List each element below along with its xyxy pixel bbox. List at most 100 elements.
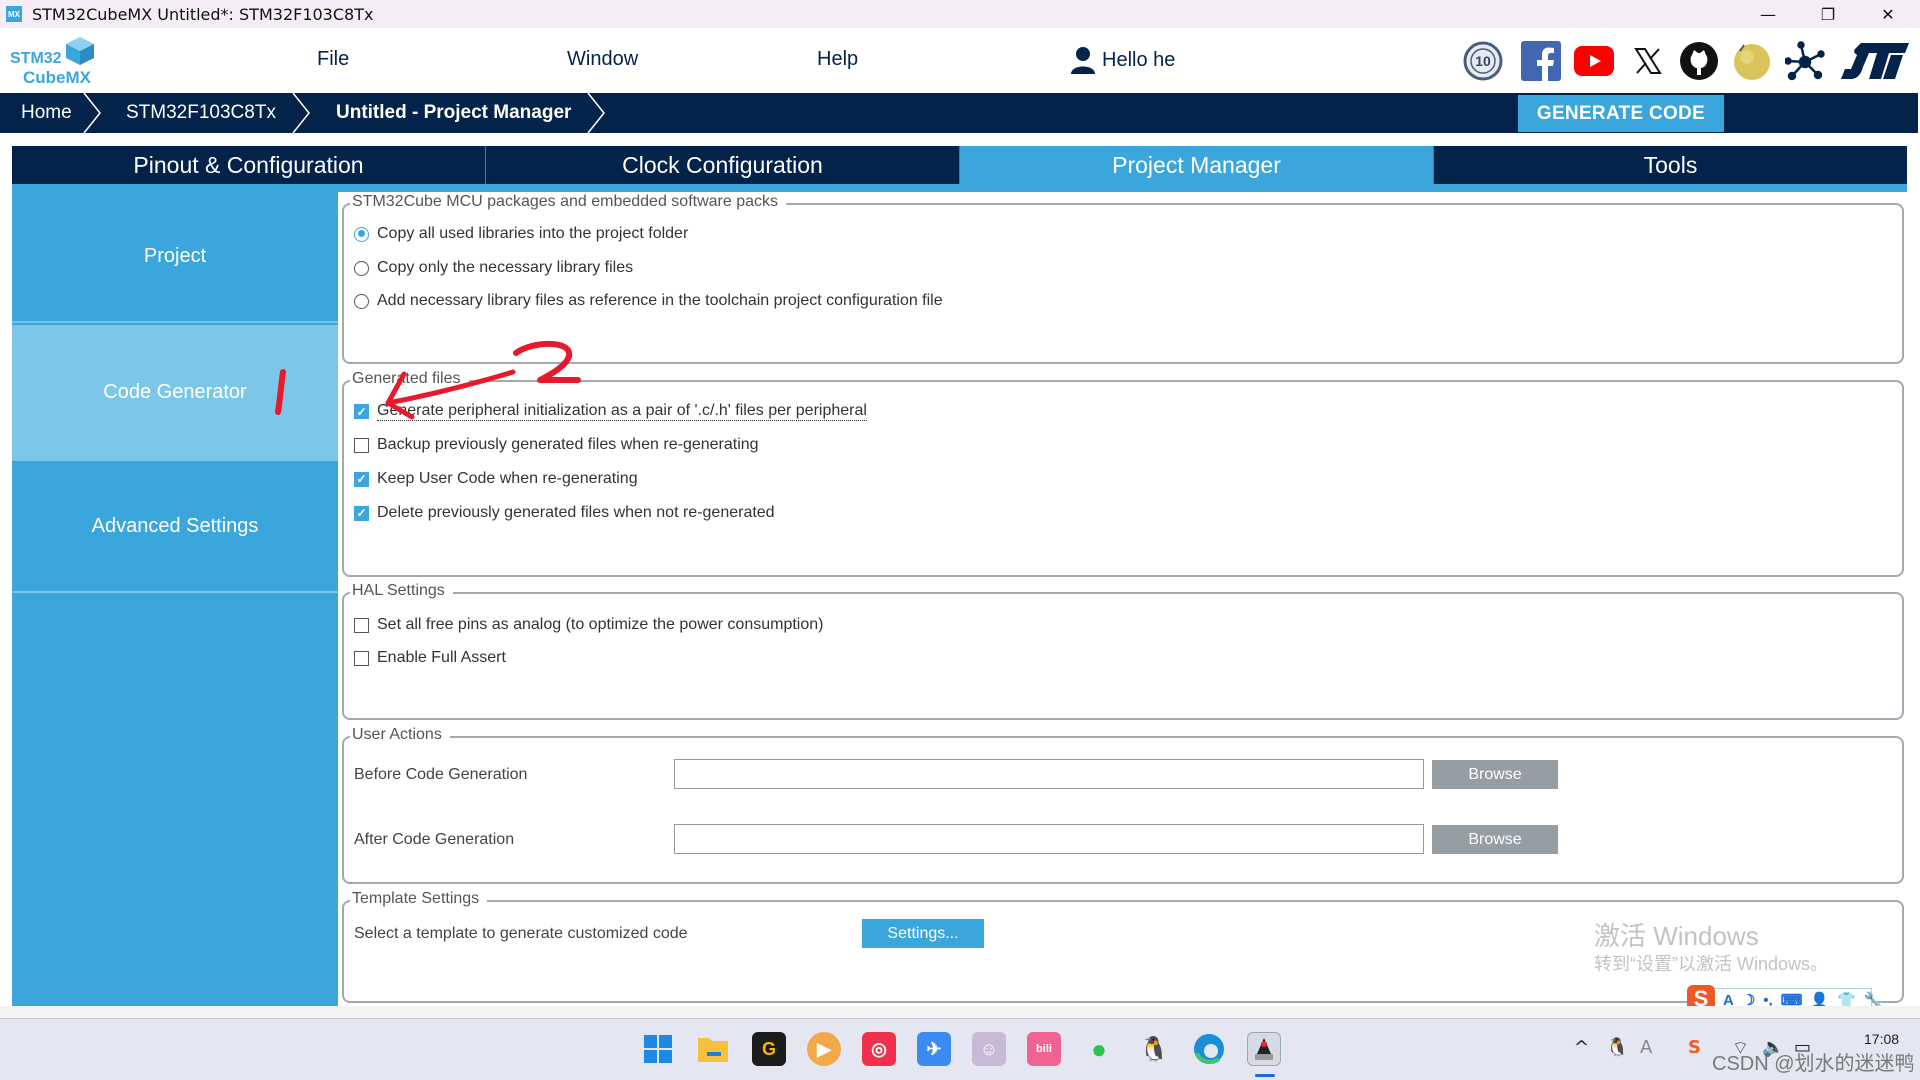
sidebar-item-advanced-settings[interactable]: Advanced Settings <box>12 461 338 593</box>
option-label: Keep User Code when re-generating <box>377 470 638 487</box>
radio-button[interactable] <box>354 260 369 276</box>
option-label: Set all free pins as analog (to optimize… <box>377 616 824 633</box>
sidebar-item-label: Code Generator <box>103 380 247 403</box>
menu-file[interactable]: File <box>317 48 349 71</box>
template-label: Select a template to generate customized… <box>354 925 688 942</box>
sidebar-item-code-generator[interactable]: Code Generator <box>12 325 338 461</box>
checkbox-enable-full-assert[interactable]: Enable Full Assert <box>354 649 506 667</box>
after-code-generation-input[interactable] <box>674 824 1424 854</box>
app-header: STM32 CubeMX File Window Help Hello he 1… <box>0 28 1920 93</box>
after-browse-button[interactable]: Browse <box>1432 825 1558 854</box>
tray-qq-icon[interactable]: 🐧 <box>1606 1037 1628 1058</box>
breadcrumb-device[interactable]: STM32F103C8Tx <box>126 93 276 133</box>
user-account[interactable]: Hello he <box>1070 46 1175 74</box>
sidebar-item-label: Project <box>143 245 207 267</box>
video-app-icon[interactable]: ▶ <box>807 1032 841 1066</box>
radio-button[interactable] <box>354 226 369 242</box>
option-label: Enable Full Assert <box>377 649 506 666</box>
x-icon[interactable] <box>1627 40 1669 82</box>
activate-windows-watermark: 激活 Windows <box>1594 921 1759 951</box>
minimize-button[interactable]: — <box>1740 0 1796 28</box>
group-mcu-packages: STM32Cube MCU packages and embedded soft… <box>342 193 1904 364</box>
tab-tools[interactable]: Tools <box>1434 146 1907 184</box>
checkbox-delete-old-files[interactable]: ✓ Delete previously generated files when… <box>354 504 775 522</box>
tray-sogou-icon[interactable]: S <box>1688 1037 1701 1058</box>
option-label: Add necessary library files as reference… <box>377 292 943 309</box>
wechat-icon[interactable]: ● <box>1082 1032 1116 1066</box>
template-settings-button[interactable]: Settings... <box>862 919 984 948</box>
feishu-icon[interactable]: ✈ <box>917 1032 951 1066</box>
tab-underline <box>12 184 1907 192</box>
group-generated-files: Generated files ✓ Generate peripheral in… <box>342 370 1904 577</box>
after-code-generation-label: After Code Generation <box>354 831 515 848</box>
menu-help[interactable]: Help <box>817 48 858 71</box>
tab-clock-configuration[interactable]: Clock Configuration <box>486 146 960 184</box>
checkbox[interactable] <box>354 617 369 633</box>
netease-music-icon[interactable]: ◎ <box>862 1032 896 1066</box>
windows-start-icon[interactable] <box>641 1032 675 1066</box>
tray-overflow-chevron[interactable]: ^ <box>1574 1037 1589 1058</box>
radio-button[interactable] <box>354 293 369 309</box>
sidebar-item-project[interactable]: Project <box>12 192 338 323</box>
before-code-generation-input[interactable] <box>674 759 1424 789</box>
menu-window[interactable]: Window <box>567 48 638 71</box>
before-code-generation-label: Before Code Generation <box>354 766 528 783</box>
checkbox-generate-peripheral-pairs[interactable]: ✓ Generate peripheral initialization as … <box>354 402 867 421</box>
radio-add-as-reference[interactable]: Add necessary library files as reference… <box>354 292 943 310</box>
restore-button[interactable]: ❐ <box>1800 0 1856 28</box>
anniversary-10-icon[interactable]: 10 <box>1462 40 1504 82</box>
group-title: HAL Settings <box>350 582 453 600</box>
app-g-icon[interactable]: G <box>752 1032 786 1066</box>
checkbox[interactable] <box>354 650 369 666</box>
st-logo-icon[interactable] <box>1840 40 1910 82</box>
taskbar: G ▶ ◎ ✈ ☺ bili ● 🐧 ^ 🐧 A S ⌔ 🔈 ▭ 17:08 C… <box>0 1018 1920 1080</box>
activate-windows-hint: 转到“设置”以激活 Windows。 <box>1594 954 1829 974</box>
youtube-icon[interactable] <box>1573 40 1615 82</box>
java-app-icon[interactable] <box>1247 1032 1281 1066</box>
main-tabs: Pinout & Configuration Clock Configurati… <box>12 146 1907 184</box>
before-browse-button[interactable]: Browse <box>1432 760 1558 789</box>
network-icon[interactable] <box>1784 40 1826 82</box>
edge-icon[interactable] <box>1192 1032 1226 1066</box>
checkbox-free-pins-analog[interactable]: Set all free pins as analog (to optimize… <box>354 616 823 634</box>
clock-time[interactable]: 17:08 <box>1864 1031 1899 1047</box>
option-label: Generate peripheral initialization as a … <box>377 402 867 421</box>
checkbox[interactable] <box>354 437 369 453</box>
option-label: Copy all used libraries into the project… <box>377 225 689 242</box>
file-explorer-icon[interactable] <box>696 1032 730 1066</box>
group-title: Generated files <box>350 370 469 388</box>
radio-copy-necessary-files[interactable]: Copy only the necessary library files <box>354 259 633 277</box>
group-user-actions: User Actions Before Code Generation Brow… <box>342 726 1904 884</box>
checkbox[interactable]: ✓ <box>354 404 369 419</box>
option-label: Delete previously generated files when n… <box>377 504 775 521</box>
github-icon[interactable] <box>1678 40 1720 82</box>
user-icon <box>1071 47 1095 74</box>
qq-icon[interactable]: 🐧 <box>1137 1032 1171 1066</box>
stm32cubemx-logo: STM32 CubeMX <box>10 34 100 88</box>
checkbox[interactable]: ✓ <box>354 505 369 521</box>
breadcrumb-current[interactable]: Untitled - Project Manager <box>336 93 571 133</box>
bilibili-icon[interactable]: bili <box>1027 1032 1061 1066</box>
active-app-indicator <box>1255 1074 1275 1077</box>
tab-pinout-configuration[interactable]: Pinout & Configuration <box>12 146 486 184</box>
anime-avatar-icon[interactable]: ☺ <box>972 1032 1006 1066</box>
checkbox-keep-user-code[interactable]: ✓ Keep User Code when re-generating <box>354 470 638 488</box>
window-titlebar: MX STM32CubeMX Untitled*: STM32F103C8Tx … <box>0 0 1920 28</box>
logo-text-cubemx: CubeMX <box>23 68 91 87</box>
checkbox[interactable]: ✓ <box>354 471 369 487</box>
checkbox-backup-files[interactable]: Backup previously generated files when r… <box>354 436 759 454</box>
breadcrumb-home[interactable]: Home <box>21 93 72 133</box>
group-title: User Actions <box>350 726 450 744</box>
close-button[interactable]: ✕ <box>1860 0 1916 28</box>
facebook-icon[interactable] <box>1520 40 1562 82</box>
chevron-right-icon <box>83 93 101 133</box>
wikipedia-icon[interactable] <box>1731 40 1773 82</box>
generate-code-button[interactable]: GENERATE CODE <box>1518 95 1724 132</box>
tab-project-manager[interactable]: Project Manager <box>960 146 1434 184</box>
sidebar-item-label: Advanced Settings <box>91 514 259 537</box>
radio-copy-all-libraries[interactable]: Copy all used libraries into the project… <box>354 225 688 243</box>
cube-icon <box>66 37 94 65</box>
group-title: Template Settings <box>350 890 488 908</box>
logo-text-stm32: STM32 <box>10 50 62 67</box>
tray-ime-icon[interactable]: A <box>1640 1037 1652 1058</box>
